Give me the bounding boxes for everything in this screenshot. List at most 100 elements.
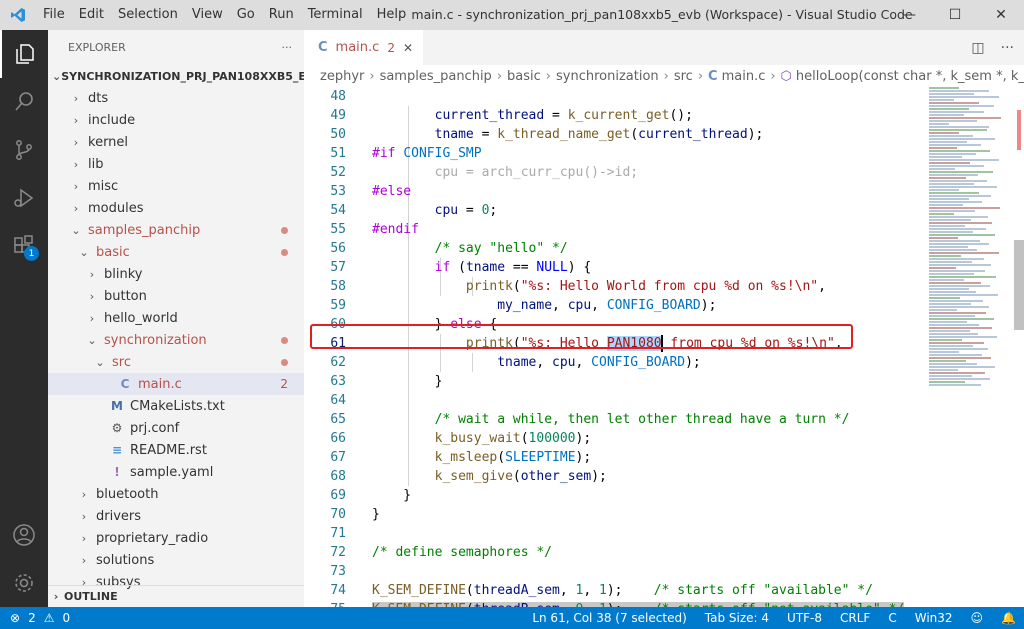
minimap-line (929, 282, 981, 284)
workspace-folder[interactable]: ⌄ SYNCHRONIZATION_PRJ_PAN108XXB5_EV... (48, 65, 304, 87)
tree-item[interactable]: › bluetooth (48, 483, 304, 505)
tree-item[interactable]: ⌄ samples_panchip (48, 219, 304, 241)
encoding[interactable]: UTF-8 (787, 611, 822, 625)
code-line: 62 tname, cpu, CONFIG_BOARD); (330, 355, 701, 370)
tree-item[interactable]: › drivers (48, 505, 304, 527)
tree-item-label: README.rst (130, 442, 207, 458)
menu-terminal[interactable]: Terminal (301, 0, 370, 30)
chevron-right-icon: › (73, 91, 79, 105)
tree-item-label: samples_panchip (88, 222, 201, 238)
more-actions-icon[interactable]: ··· (1001, 40, 1014, 56)
extensions-icon[interactable]: 1 (0, 222, 48, 270)
outline-section[interactable]: › OUTLINE (48, 585, 304, 607)
minimap-line (929, 147, 957, 149)
breadcrumb-item[interactable]: main.c (722, 69, 766, 84)
close-button[interactable]: ✕ (978, 0, 1024, 30)
minimap[interactable] (929, 87, 1009, 387)
menu-edit[interactable]: Edit (72, 0, 111, 30)
minimap-line (929, 354, 982, 356)
tree-item[interactable]: › hello_world (48, 307, 304, 329)
editor-area: C main.c 2 ✕ ◫ ··· zephyr › samples_panch… (304, 30, 1024, 607)
tree-item[interactable]: › lib (48, 153, 304, 175)
tab-size[interactable]: Tab Size: 4 (705, 611, 769, 625)
language-mode[interactable]: C (888, 611, 896, 625)
menu-selection[interactable]: Selection (111, 0, 185, 30)
explorer-title: EXPLORER (68, 41, 126, 54)
tree-item[interactable]: ⌄ src (48, 351, 304, 373)
tab-close-icon[interactable]: ✕ (403, 41, 413, 55)
run-debug-icon[interactable] (0, 174, 48, 222)
tree-item[interactable]: › kernel (48, 131, 304, 153)
more-actions-icon[interactable]: ··· (282, 41, 293, 54)
code-line: 63 } (330, 374, 443, 389)
feedback-icon[interactable]: ☺ (971, 611, 984, 625)
tree-item[interactable]: ⌄ synchronization (48, 329, 304, 351)
tree-item[interactable]: › include (48, 109, 304, 131)
account-icon[interactable] (0, 511, 48, 559)
minimap-line (929, 348, 988, 350)
minimap-line (929, 225, 965, 227)
tree-item[interactable]: Cmain.c 2 (48, 373, 304, 395)
workspace-name: SYNCHRONIZATION_PRJ_PAN108XXB5_EV... (61, 69, 304, 83)
notifications-bell-icon[interactable]: 🔔 (1001, 611, 1016, 625)
tree-item[interactable]: ⚙ prj.conf (48, 417, 304, 439)
end-of-line[interactable]: CRLF (840, 611, 870, 625)
code-line: 55 #endif (330, 222, 419, 237)
minimap-line (929, 99, 954, 101)
breadcrumb-item[interactable]: src (674, 69, 693, 84)
minimap-line (929, 345, 973, 347)
highlight-annotation-box (310, 324, 853, 349)
code-line: 67 k_msleep(SLEEPTIME); (330, 450, 592, 465)
minimap-line (929, 288, 969, 290)
minimap-line (929, 255, 961, 257)
menu-help[interactable]: Help (370, 0, 414, 30)
minimap-line (929, 279, 964, 281)
breadcrumb-symbol[interactable]: helloLoop(const char *, k_sem *, k_sem *… (796, 69, 1024, 84)
explorer-icon[interactable] (0, 30, 48, 78)
breadcrumb-item[interactable]: zephyr (320, 69, 364, 84)
tab-main-c[interactable]: C main.c 2 ✕ (304, 30, 424, 65)
platform[interactable]: Win32 (915, 611, 953, 625)
outline-title: OUTLINE (64, 590, 118, 603)
tree-item[interactable]: › blinky (48, 263, 304, 285)
chevron-down-icon: ⌄ (87, 333, 97, 347)
problems-status[interactable]: ⊗ 2 ⚠ 0 (0, 611, 70, 625)
minimap-line (929, 123, 949, 125)
file-type-icon: C (120, 377, 130, 391)
file-type-icon: M (111, 399, 123, 413)
minimap-line (929, 129, 987, 131)
tree-item[interactable]: › solutions (48, 549, 304, 571)
tree-item[interactable]: ⌄ basic (48, 241, 304, 263)
breadcrumb-item[interactable]: samples_panchip (380, 69, 492, 84)
tree-item[interactable]: ! sample.yaml (48, 461, 304, 483)
chevron-right-icon: › (89, 289, 95, 303)
minimap-line (929, 264, 991, 266)
editor-scrollbar[interactable] (1014, 240, 1024, 330)
breadcrumb-item[interactable]: synchronization (556, 69, 659, 84)
menu-file[interactable]: File (36, 0, 72, 30)
settings-gear-icon[interactable] (0, 559, 48, 607)
minimize-button[interactable]: — (886, 0, 932, 30)
tree-item[interactable]: › proprietary_radio (48, 527, 304, 549)
tree-item[interactable]: M CMakeLists.txt (48, 395, 304, 417)
search-icon[interactable] (0, 78, 48, 126)
cursor-position[interactable]: Ln 61, Col 38 (7 selected) (532, 611, 686, 625)
minimap-line (929, 159, 999, 161)
tree-item-label: kernel (88, 134, 129, 150)
minimap-line (929, 312, 986, 314)
maximize-button[interactable]: ☐ (932, 0, 978, 30)
tree-item[interactable]: › button (48, 285, 304, 307)
error-icon: ⊗ (10, 611, 21, 625)
tree-item[interactable]: › dts (48, 87, 304, 109)
split-editor-icon[interactable]: ◫ (971, 40, 984, 56)
tree-item[interactable]: ≡ README.rst (48, 439, 304, 461)
breadcrumb-item[interactable]: basic (507, 69, 541, 84)
file-type-icon: ≡ (111, 443, 123, 457)
minimap-line (929, 153, 976, 155)
tree-item[interactable]: › modules (48, 197, 304, 219)
menu-view[interactable]: View (185, 0, 230, 30)
tree-item[interactable]: › misc (48, 175, 304, 197)
menu-go[interactable]: Go (230, 0, 262, 30)
source-control-icon[interactable] (0, 126, 48, 174)
menu-run[interactable]: Run (262, 0, 301, 30)
